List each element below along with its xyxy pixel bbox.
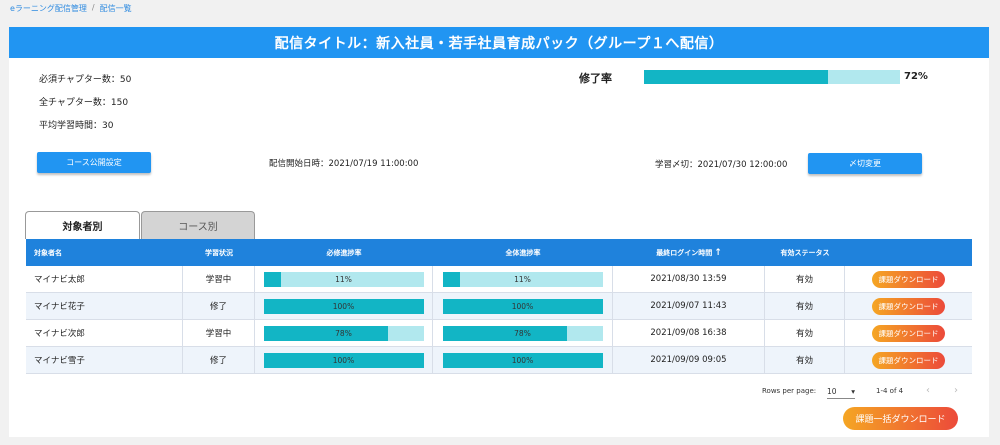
- header-name[interactable]: 対象者名: [26, 239, 183, 266]
- bulk-download-button[interactable]: 課題一括ダウンロード: [843, 407, 958, 430]
- header-valid-status[interactable]: 有効ステータス: [765, 239, 845, 266]
- table-row: マイナビ次郎 学習中 78% 78% 2021/09/08 16:38 有効 課題ダウンロー…: [26, 320, 972, 347]
- tab-by-target[interactable]: 対象者別: [25, 211, 140, 239]
- required-progress-cell: 100%: [255, 293, 433, 319]
- task-download-button[interactable]: 課題ダウンロード: [872, 324, 945, 342]
- task-download-button[interactable]: 課題ダウンロード: [872, 270, 945, 288]
- learner-table: 対象者名 学習状況 必修進捗率 全体進捗率 最終ログイン時間 ↑ 有効ステータス…: [26, 239, 972, 374]
- required-chapters-stat: 必須チャプター数：50: [39, 75, 132, 85]
- arrow-up-icon[interactable]: ↑: [714, 248, 722, 258]
- completion-rate-fill: [644, 70, 829, 84]
- breadcrumb-separator: /: [91, 3, 95, 12]
- header-required-progress[interactable]: 必修進捗率: [255, 239, 433, 266]
- course-settings-button[interactable]: コース公開設定: [37, 152, 151, 173]
- learner-name: マイナビ太郎: [26, 266, 183, 292]
- avg-study-time-stat: 平均学習時間：30: [39, 121, 114, 131]
- last-login-time: 2021/08/30 13:59: [613, 266, 765, 292]
- required-progress-label: 78%: [335, 328, 352, 338]
- rows-per-page-label: Rows per page:: [762, 387, 817, 395]
- required-progress-label: 11%: [335, 274, 352, 284]
- overall-progress-bar: 100%: [442, 298, 603, 314]
- required-progress-bar: 100%: [263, 352, 424, 368]
- chevron-left-icon[interactable]: ‹: [926, 385, 930, 396]
- study-deadline-date: 学習〆切：2021/07/30 12:00:00: [655, 160, 788, 170]
- overall-progress-cell: 78%: [433, 320, 613, 346]
- learning-status: 学習中: [183, 320, 255, 346]
- delivery-start-date: 配信開始日時：2021/07/19 11:00:00: [269, 159, 419, 169]
- rows-per-page-value: 10: [827, 387, 837, 396]
- required-progress-cell: 78%: [255, 320, 433, 346]
- header-action: [845, 239, 972, 266]
- completion-rate-label: 修了率: [579, 72, 612, 85]
- learning-status: 修了: [183, 347, 255, 373]
- learning-status: 学習中: [183, 266, 255, 292]
- rows-per-page-select[interactable]: 10 ▾: [827, 385, 855, 399]
- learner-name: マイナビ雪子: [26, 347, 183, 373]
- required-progress-label: 100%: [332, 355, 355, 365]
- learning-status: 修了: [183, 293, 255, 319]
- valid-status: 有効: [765, 293, 845, 319]
- overall-progress-cell: 100%: [433, 347, 613, 373]
- chevron-right-icon[interactable]: ›: [954, 385, 958, 396]
- header-last-login-label: 最終ログイン時間: [656, 248, 713, 257]
- action-cell: 課題ダウンロード: [845, 293, 972, 319]
- learner-name: マイナビ次郎: [26, 320, 183, 346]
- required-progress-cell: 11%: [255, 266, 433, 292]
- task-download-button[interactable]: 課題ダウンロード: [872, 351, 945, 369]
- table-header: 対象者名 学習状況 必修進捗率 全体進捗率 最終ログイン時間 ↑ 有効ステータス: [26, 239, 972, 266]
- last-login-time: 2021/09/09 09:05: [613, 347, 765, 373]
- overall-progress-bar: 78%: [442, 325, 603, 341]
- completion-rate-bar: [644, 70, 900, 84]
- total-chapters-stat: 全チャプター数：150: [39, 98, 129, 108]
- required-progress-bar: 11%: [263, 271, 424, 287]
- overall-progress-bar: 100%: [442, 352, 603, 368]
- learner-name: マイナビ花子: [26, 293, 183, 319]
- table-row: マイナビ雪子 修了 100% 100% 2021/09/09 09:05 有効 課題ダウンロ…: [26, 347, 972, 374]
- delivery-detail-card: 配信タイトル：新入社員・若手社員育成パック（グループ１へ配信） 必須チャプター数…: [9, 27, 989, 437]
- caret-down-icon: ▾: [851, 387, 855, 396]
- overall-progress-label: 100%: [511, 355, 534, 365]
- valid-status: 有効: [765, 347, 845, 373]
- overall-progress-label: 11%: [514, 274, 531, 284]
- pagination-range: 1-4 of 4: [876, 387, 904, 395]
- breadcrumb: eラーニング配信管理 / 配信一覧: [10, 3, 132, 14]
- action-cell: 課題ダウンロード: [845, 320, 972, 346]
- header-overall-progress[interactable]: 全体進捗率: [433, 239, 613, 266]
- overall-progress-cell: 100%: [433, 293, 613, 319]
- table-row: マイナビ花子 修了 100% 100% 2021/09/07 11:43 有効 課題ダウンロ…: [26, 293, 972, 320]
- completion-rate-value: 72%: [904, 71, 928, 82]
- overall-progress-label: 78%: [514, 328, 531, 338]
- header-last-login[interactable]: 最終ログイン時間 ↑: [613, 239, 765, 266]
- tab-by-course[interactable]: コース別: [141, 211, 255, 239]
- breadcrumb-current[interactable]: 配信一覧: [100, 3, 132, 14]
- task-download-button[interactable]: 課題ダウンロード: [872, 297, 945, 315]
- valid-status: 有効: [765, 320, 845, 346]
- delivery-title: 配信タイトル：新入社員・若手社員育成パック（グループ１へ配信）: [9, 27, 989, 58]
- overall-progress-bar: 11%: [442, 271, 603, 287]
- required-progress-bar: 78%: [263, 325, 424, 341]
- last-login-time: 2021/09/07 11:43: [613, 293, 765, 319]
- overall-progress-label: 100%: [511, 301, 534, 311]
- valid-status: 有効: [765, 266, 845, 292]
- required-progress-label: 100%: [332, 301, 355, 311]
- header-status[interactable]: 学習状況: [183, 239, 255, 266]
- deadline-change-button[interactable]: 〆切変更: [808, 153, 922, 174]
- last-login-time: 2021/09/08 16:38: [613, 320, 765, 346]
- action-cell: 課題ダウンロード: [845, 347, 972, 373]
- breadcrumb-parent-link[interactable]: eラーニング配信管理: [10, 3, 87, 14]
- required-progress-bar: 100%: [263, 298, 424, 314]
- required-progress-cell: 100%: [255, 347, 433, 373]
- table-row: マイナビ太郎 学習中 11% 11% 2021/08/30 13:59 有効 課題ダウンロー…: [26, 266, 972, 293]
- action-cell: 課題ダウンロード: [845, 266, 972, 292]
- overall-progress-cell: 11%: [433, 266, 613, 292]
